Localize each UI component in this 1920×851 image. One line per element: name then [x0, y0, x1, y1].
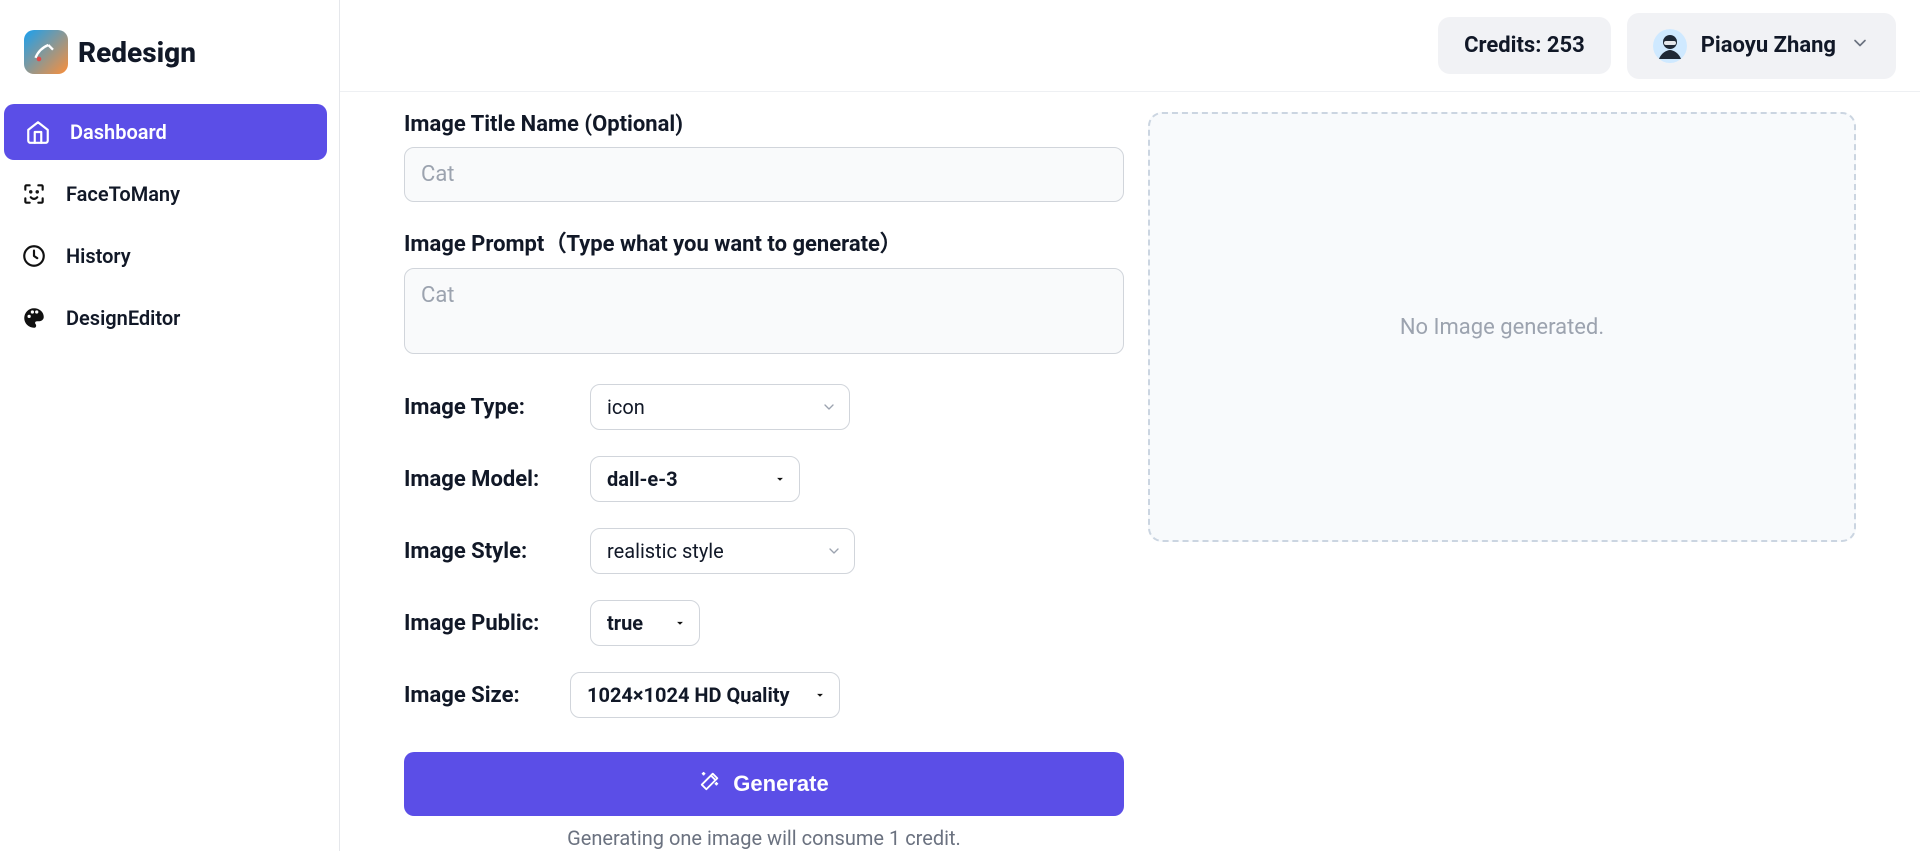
brand-logo-icon: [24, 30, 68, 74]
sidebar-item-dashboard[interactable]: Dashboard: [4, 104, 327, 160]
user-name: Piaoyu Zhang: [1701, 33, 1836, 58]
content: Image Title Name (Optional) Image Prompt…: [340, 92, 1920, 851]
caret-down-icon: [813, 688, 827, 702]
field-prompt: Image Prompt（Type what you want to gener…: [404, 226, 1124, 358]
title-label: Image Title Name (Optional): [404, 112, 1124, 137]
sidebar-nav: Dashboard FaceToMany: [0, 104, 339, 346]
sidebar-item-label: History: [66, 244, 131, 268]
main: Credits: 253 Piaoyu Zhang: [340, 0, 1920, 851]
sidebar-item-facetomany[interactable]: FaceToMany: [0, 166, 327, 222]
sidebar-item-designeditor[interactable]: DesignEditor: [0, 290, 327, 346]
public-label: Image Public:: [404, 611, 564, 636]
prompt-label: Image Prompt（Type what you want to gener…: [404, 226, 1124, 258]
history-icon: [20, 242, 48, 270]
field-title: Image Title Name (Optional): [404, 112, 1124, 202]
credits-pill[interactable]: Credits: 253: [1438, 17, 1611, 74]
generate-label: Generate: [733, 771, 828, 797]
preview-column: No Image generated.: [1148, 112, 1856, 851]
field-style: Image Style: realistic style: [404, 528, 1124, 574]
model-value: dall-e-3: [607, 467, 678, 491]
caret-down-icon: [773, 472, 787, 486]
caret-down-icon: [673, 616, 687, 630]
type-value: icon: [607, 395, 645, 419]
sidebar-item-label: Dashboard: [70, 120, 167, 144]
user-menu[interactable]: Piaoyu Zhang: [1627, 13, 1896, 79]
sidebar-item-label: FaceToMany: [66, 182, 180, 206]
preview-empty-text: No Image generated.: [1400, 315, 1604, 340]
avatar: [1653, 29, 1687, 63]
sidebar: Redesign Dashboard: [0, 0, 340, 851]
topbar: Credits: 253 Piaoyu Zhang: [340, 0, 1920, 92]
model-label: Image Model:: [404, 467, 564, 492]
field-model: Image Model: dall-e-3: [404, 456, 1124, 502]
size-select[interactable]: 1024×1024 HD Quality: [570, 672, 840, 718]
chevron-down-icon: [821, 399, 837, 415]
style-label: Image Style:: [404, 539, 564, 564]
brand-name: Redesign: [78, 36, 196, 69]
prompt-input[interactable]: [404, 268, 1124, 354]
face-scan-icon: [20, 180, 48, 208]
sidebar-item-label: DesignEditor: [66, 306, 180, 330]
palette-icon: [20, 304, 48, 332]
preview-box: No Image generated.: [1148, 112, 1856, 542]
credits-label: Credits: 253: [1464, 33, 1585, 58]
brand-row: Redesign: [0, 20, 339, 104]
public-value: true: [607, 611, 643, 635]
style-value: realistic style: [607, 539, 724, 563]
magic-wand-icon: [699, 770, 721, 798]
type-select[interactable]: icon: [590, 384, 850, 430]
field-size: Image Size: 1024×1024 HD Quality: [404, 672, 1124, 718]
model-select[interactable]: dall-e-3: [590, 456, 800, 502]
generate-button[interactable]: Generate: [404, 752, 1124, 816]
style-select[interactable]: realistic style: [590, 528, 855, 574]
field-public: Image Public: true: [404, 600, 1124, 646]
size-value: 1024×1024 HD Quality: [587, 683, 790, 707]
size-label: Image Size:: [404, 683, 544, 708]
home-icon: [24, 118, 52, 146]
generate-note: Generating one image will consume 1 cred…: [404, 826, 1124, 850]
title-input[interactable]: [404, 147, 1124, 202]
form-column: Image Title Name (Optional) Image Prompt…: [404, 112, 1124, 851]
type-label: Image Type:: [404, 395, 564, 420]
chevron-down-icon: [826, 543, 842, 559]
chevron-down-icon: [1850, 33, 1870, 59]
sidebar-item-history[interactable]: History: [0, 228, 327, 284]
field-type: Image Type: icon: [404, 384, 1124, 430]
public-select[interactable]: true: [590, 600, 700, 646]
